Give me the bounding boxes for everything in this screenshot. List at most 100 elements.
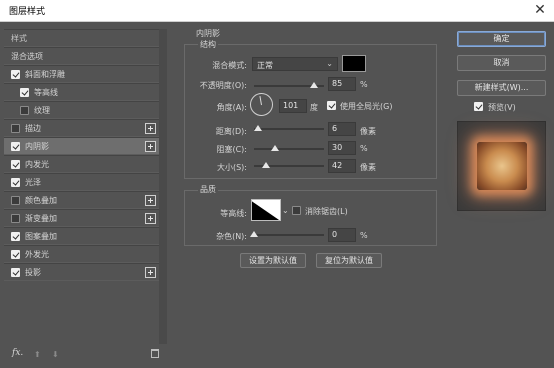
style-item-checkbox[interactable] [11, 178, 20, 187]
new-style-button[interactable]: 新建样式(W)... [457, 80, 546, 96]
add-effect-icon[interactable] [145, 267, 156, 278]
style-item-label: 外发光 [25, 250, 49, 259]
close-icon[interactable]: ✕ [532, 1, 548, 19]
style-item-checkbox[interactable] [20, 88, 29, 97]
style-item-checkbox[interactable] [11, 124, 20, 133]
choke-slider-thumb[interactable] [271, 145, 279, 151]
fx-icon[interactable]: fx. [12, 348, 23, 358]
style-item[interactable]: 内发光 [4, 155, 159, 173]
style-item-label: 纹理 [34, 106, 50, 115]
chevron-down-icon[interactable]: ⌄ [282, 206, 289, 215]
style-item[interactable]: 等高线 [4, 83, 159, 101]
cancel-button[interactable]: 取消 [457, 55, 546, 71]
preview-checkbox[interactable] [474, 102, 483, 111]
angle-dial[interactable] [250, 93, 273, 116]
chevron-down-icon: ⌄ [326, 59, 333, 68]
add-effect-icon[interactable] [145, 195, 156, 206]
style-item-label: 渐变叠加 [25, 214, 57, 223]
style-item-label: 描边 [25, 124, 41, 133]
style-item-checkbox[interactable] [20, 106, 29, 115]
size-input[interactable]: 42 [328, 159, 356, 173]
style-item[interactable]: 光泽 [4, 173, 159, 191]
angle-input[interactable]: 101 [279, 99, 307, 113]
noise-slider-track[interactable] [254, 234, 324, 236]
styles-list-panel: 样式 混合选项 斜面和浮雕等高线纹理描边内阴影内发光光泽颜色叠加渐变叠加图案叠加… [4, 29, 167, 364]
global-light-checkbox[interactable] [327, 101, 336, 110]
style-item[interactable]: 渐变叠加 [4, 209, 159, 227]
style-item-checkbox[interactable] [11, 160, 20, 169]
angle-label: 角度(A): [216, 103, 247, 112]
style-item[interactable]: 内阴影 [4, 137, 159, 155]
size-slider-thumb[interactable] [261, 162, 270, 168]
noise-input[interactable]: 0 [328, 228, 356, 242]
styles-list-footer: fx. ⬆ ⬇ [4, 346, 167, 364]
choke-input[interactable]: 30 [328, 141, 356, 155]
preview-label: 预览(V) [488, 103, 516, 112]
style-item-checkbox[interactable] [11, 142, 20, 151]
angle-unit: 度 [310, 103, 318, 112]
style-item-label: 等高线 [34, 88, 58, 97]
style-item-label: 光泽 [25, 178, 41, 187]
add-effect-icon[interactable] [145, 141, 156, 152]
distance-slider-thumb[interactable] [253, 125, 262, 131]
noise-slider-thumb[interactable] [250, 231, 258, 237]
style-item-checkbox[interactable] [11, 196, 20, 205]
style-item-checkbox[interactable] [11, 232, 20, 241]
antialias-label: 消除锯齿(L) [305, 207, 348, 216]
style-item[interactable]: 图案叠加 [4, 227, 159, 245]
style-item-label: 投影 [25, 268, 41, 277]
contour-curve-shape [252, 200, 280, 220]
section-title: 内阴影 [196, 29, 220, 38]
antialias-checkbox[interactable] [292, 206, 301, 215]
blend-mode-label: 混合模式: [212, 61, 247, 70]
style-item-label: 内阴影 [25, 142, 49, 151]
ok-button[interactable]: 确定 [457, 31, 546, 47]
distance-input[interactable]: 6 [328, 122, 356, 136]
blend-options-label: 混合选项 [11, 52, 43, 61]
blend-options-item[interactable]: 混合选项 [4, 47, 159, 65]
contour-label: 等高线: [220, 209, 247, 218]
size-unit: 像素 [360, 163, 376, 172]
trash-icon[interactable] [151, 349, 159, 358]
add-effect-icon[interactable] [145, 123, 156, 134]
opacity-input[interactable]: 85 [328, 77, 356, 91]
style-item-label: 斜面和浮雕 [25, 70, 65, 79]
style-item[interactable]: 外发光 [4, 245, 159, 263]
opacity-unit: % [360, 80, 368, 89]
style-item-checkbox[interactable] [11, 214, 20, 223]
style-item[interactable]: 颜色叠加 [4, 191, 159, 209]
distance-slider-track[interactable] [254, 128, 324, 130]
style-item[interactable]: 斜面和浮雕 [4, 65, 159, 83]
move-down-icon[interactable]: ⬇ [52, 350, 59, 359]
style-item-checkbox[interactable] [11, 268, 20, 277]
style-item-label: 颜色叠加 [25, 196, 57, 205]
contour-preview[interactable] [251, 199, 281, 221]
style-item-checkbox[interactable] [11, 250, 20, 259]
style-item[interactable]: 描边 [4, 119, 159, 137]
opacity-slider-thumb[interactable] [309, 82, 318, 88]
styles-list-scrollbar[interactable] [159, 29, 167, 344]
structure-title: 结构 [198, 39, 218, 50]
add-effect-icon[interactable] [145, 213, 156, 224]
choke-unit: % [360, 144, 368, 153]
style-item[interactable]: 纹理 [4, 101, 159, 119]
styles-header-label: 样式 [11, 34, 27, 43]
dialog-title: 图层样式 [9, 7, 46, 17]
global-light-label: 使用全局光(G) [340, 102, 393, 111]
distance-label: 距离(D): [215, 127, 247, 136]
style-item-label: 内发光 [25, 160, 49, 169]
reset-default-button[interactable]: 复位为默认值 [316, 253, 382, 268]
style-item[interactable]: 投影 [4, 263, 159, 281]
blend-mode-select[interactable]: 正常 ⌄ [252, 57, 338, 71]
style-item-checkbox[interactable] [11, 70, 20, 79]
noise-unit: % [360, 231, 368, 240]
choke-slider-track[interactable] [254, 148, 324, 150]
move-up-icon[interactable]: ⬆ [34, 350, 41, 359]
set-default-button[interactable]: 设置为默认值 [240, 253, 306, 268]
size-label: 大小(S): [216, 163, 247, 172]
style-item-label: 图案叠加 [25, 232, 57, 241]
opacity-label: 不透明度(O): [199, 81, 247, 90]
style-preview [457, 121, 546, 211]
shadow-color-swatch[interactable] [342, 55, 366, 72]
quality-title: 品质 [198, 184, 218, 195]
